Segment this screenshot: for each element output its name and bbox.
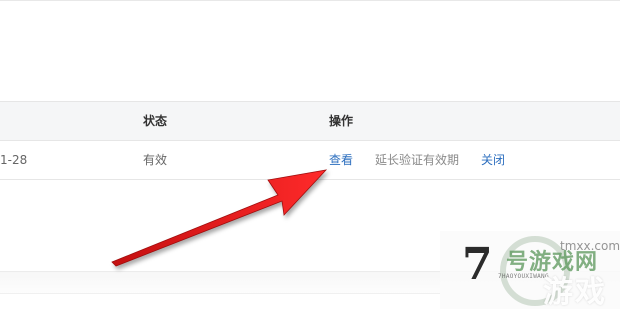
watermark-games: 游戏 [543,275,607,310]
watermark-logo: 7 号游戏网 7HAOYOUXIWANG tmxx.com 游戏 [440,231,620,310]
watermark-number: 7 [462,239,493,290]
watermark-domain: tmxx.com [560,239,620,253]
watermark-pinyin: 7HAOYOUXIWANG [498,273,549,280]
arrow-shape [111,169,328,267]
